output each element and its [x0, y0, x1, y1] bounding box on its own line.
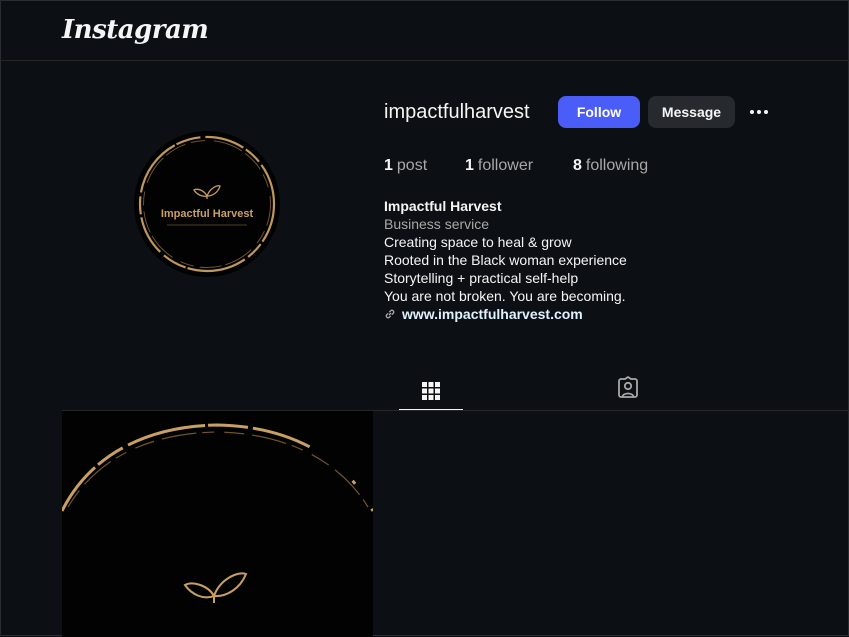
tab-tagged[interactable]	[611, 371, 645, 405]
following-label: following	[585, 157, 649, 174]
profile-username: impactfulharvest	[384, 101, 530, 123]
following-stat[interactable]: 8 following	[573, 157, 648, 175]
followers-label: follower	[477, 157, 534, 174]
posts-label: post	[396, 157, 428, 174]
bio-line: You are not broken. You are becoming.	[384, 288, 626, 304]
display-name: Impactful Harvest	[384, 198, 502, 214]
profile-avatar[interactable]: Impactful Harvest	[133, 130, 281, 278]
more-options-icon[interactable]	[747, 101, 771, 123]
avatar-brand-text: Impactful Harvest	[161, 208, 254, 220]
instagram-logo[interactable]: Instagram	[62, 15, 209, 45]
category-label: Business service	[384, 216, 490, 232]
following-count: 8	[573, 157, 582, 174]
message-button[interactable]: Message	[648, 96, 735, 128]
top-navigation-bar: Instagram	[1, 1, 849, 61]
bio-line: Creating space to heal & grow	[384, 234, 572, 250]
tagged-icon	[618, 376, 638, 398]
followers-count: 1	[465, 157, 474, 174]
website-url: www.impactfulharvest.com	[402, 306, 583, 322]
website-link[interactable]: www.impactfulharvest.com	[384, 305, 627, 323]
followers-stat[interactable]: 1 follower	[465, 157, 533, 175]
posts-count: 1	[384, 157, 393, 174]
profile-bio: Impactful Harvest Business service Creat…	[384, 197, 627, 323]
bio-line: Rooted in the Black woman experience	[384, 252, 627, 268]
posts-stat: 1 post	[384, 157, 427, 175]
follow-button[interactable]: Follow	[558, 96, 640, 128]
post-thumbnail[interactable]	[62, 411, 373, 637]
tab-posts[interactable]	[399, 371, 463, 411]
grid-icon	[422, 382, 440, 400]
link-icon	[385, 309, 395, 319]
bio-line: Storytelling + practical self-help	[384, 270, 579, 286]
